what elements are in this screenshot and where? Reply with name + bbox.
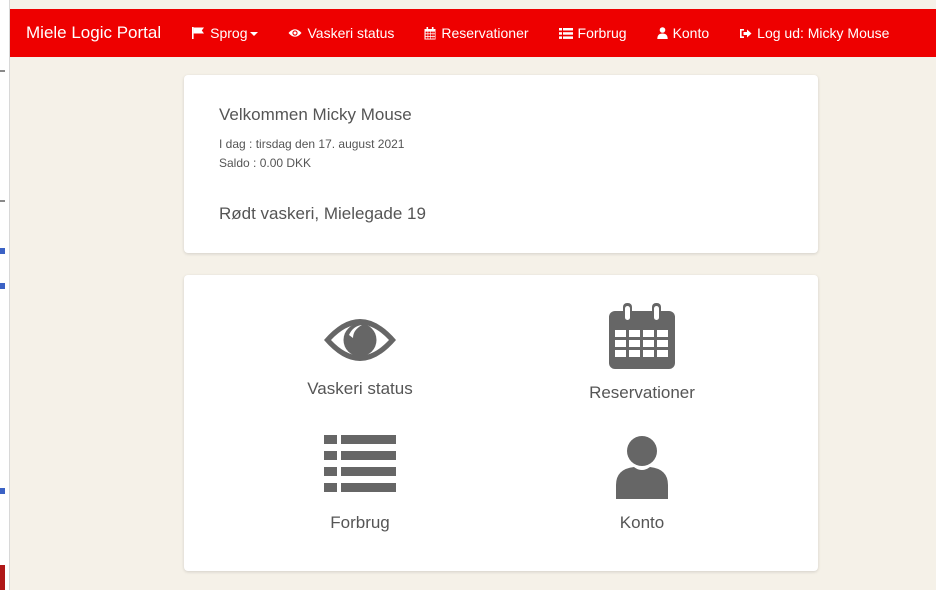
sign-out-icon (739, 28, 752, 39)
edge-mark (0, 488, 5, 494)
eye-icon (288, 28, 302, 38)
list-icon (558, 27, 573, 39)
edge-mark (0, 248, 5, 254)
nav-laundry-status[interactable]: Vaskeri status (273, 25, 409, 41)
tile-laundry-status-label: Vaskeri status (307, 379, 413, 398)
nav-reservations-label: Reservationer (441, 25, 529, 41)
window-edge (0, 0, 10, 590)
nav-logout-label: Log ud: Micky Mouse (757, 25, 890, 41)
calendar-icon (609, 303, 675, 369)
tile-consumption-label: Forbrug (330, 513, 390, 532)
flag-icon (192, 27, 205, 39)
laundry-name: Rødt vaskeri, Mielegade 19 (219, 204, 426, 223)
nav-reservations[interactable]: Reservationer (409, 25, 543, 41)
welcome-card: Velkommen Micky Mouse I dag : tirsdag de… (184, 75, 818, 253)
menu-card: Vaskeri status Reservationer Forbrug Kon… (184, 275, 818, 571)
top-navbar: Miele Logic Portal Sprog Vaskeri status … (10, 9, 936, 57)
tile-account[interactable]: Konto (542, 435, 742, 533)
edge-mark (0, 283, 5, 289)
current-date: I dag : tirsdag den 17. august 2021 (219, 137, 405, 151)
user-icon (616, 436, 668, 499)
nav-logout[interactable]: Log ud: Micky Mouse (724, 25, 904, 41)
eye-icon (324, 319, 396, 361)
caret-down-icon (250, 32, 259, 36)
nav-consumption-label: Forbrug (577, 25, 627, 41)
edge-mark (0, 70, 5, 72)
tile-reservations-label: Reservationer (589, 383, 695, 402)
nav-account-label: Konto (672, 25, 710, 41)
nav-language-label: Sprog (210, 25, 248, 41)
tile-reservations[interactable]: Reservationer (542, 303, 742, 403)
edge-mark (0, 565, 5, 590)
welcome-title: Velkommen Micky Mouse (219, 105, 412, 124)
nav-laundry-status-label: Vaskeri status (307, 25, 395, 41)
tile-account-label: Konto (619, 513, 665, 532)
calendar-icon (424, 26, 436, 40)
edge-mark (0, 200, 5, 202)
account-balance: Saldo : 0.00 DKK (219, 156, 312, 170)
tile-consumption[interactable]: Forbrug (260, 435, 460, 533)
nav-consumption[interactable]: Forbrug (544, 25, 642, 41)
brand-link[interactable]: Miele Logic Portal (10, 23, 177, 43)
user-icon (656, 27, 668, 39)
nav-account[interactable]: Konto (642, 25, 725, 41)
list-icon (324, 435, 396, 492)
tile-laundry-status[interactable]: Vaskeri status (260, 311, 460, 399)
nav-language[interactable]: Sprog (177, 25, 273, 41)
